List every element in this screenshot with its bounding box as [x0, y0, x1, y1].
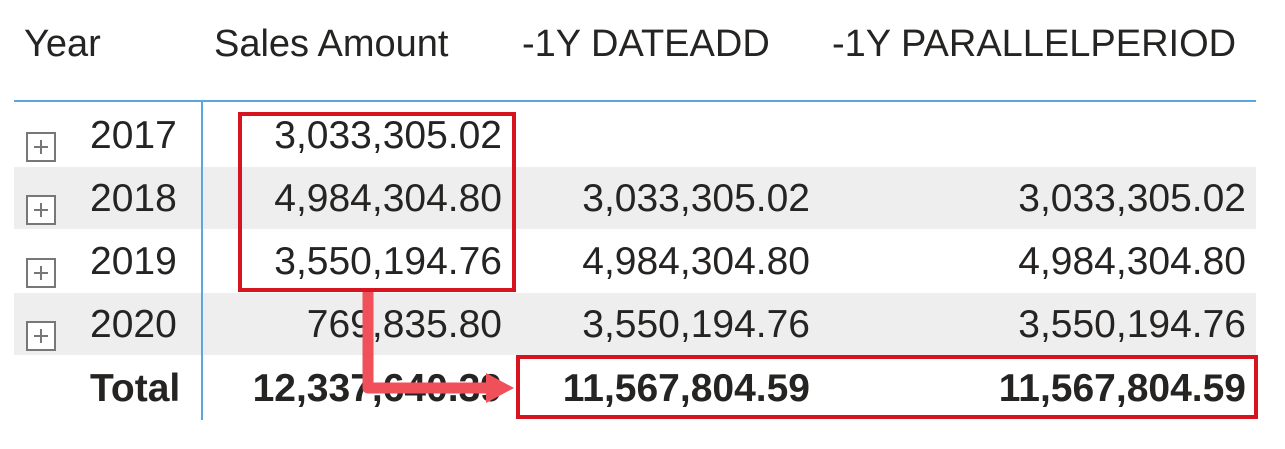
row-year-label: 2020	[90, 303, 177, 346]
matrix-visual: Year Sales Amount -1Y DATEADD -1Y PARALL…	[0, 0, 1285, 449]
dateadd-value	[514, 108, 810, 164]
column-header-year[interactable]: Year	[24, 16, 101, 72]
highlight-box-totals	[516, 355, 1258, 419]
dateadd-value: 3,033,305.02	[582, 177, 810, 220]
expand-plus-icon[interactable]	[26, 132, 56, 162]
parallelperiod-value	[824, 108, 1246, 164]
column-header-parallelperiod[interactable]: -1Y PARALLELPERIOD	[832, 16, 1236, 72]
expand-plus-icon[interactable]	[26, 258, 56, 288]
highlight-box-sales	[238, 112, 516, 292]
row-year-label: 2017	[90, 114, 177, 157]
expand-plus-icon[interactable]	[26, 321, 56, 351]
row-year-label: 2018	[90, 177, 177, 220]
row-year-label: 2019	[90, 240, 177, 283]
column-header-sales-amount[interactable]: Sales Amount	[214, 16, 448, 72]
total-sales-amount: 12,337,640.39	[252, 367, 502, 410]
sales-amount-value: 769,835.80	[306, 303, 502, 346]
expand-plus-icon[interactable]	[26, 195, 56, 225]
dateadd-value: 3,550,194.76	[582, 303, 810, 346]
total-label: Total	[90, 367, 181, 410]
dateadd-value: 4,984,304.80	[582, 240, 810, 283]
column-header-dateadd[interactable]: -1Y DATEADD	[522, 16, 770, 72]
parallelperiod-value: 3,033,305.02	[1018, 177, 1246, 220]
row-header-divider	[201, 102, 203, 420]
parallelperiod-value: 4,984,304.80	[1018, 240, 1246, 283]
parallelperiod-value: 3,550,194.76	[1018, 303, 1246, 346]
